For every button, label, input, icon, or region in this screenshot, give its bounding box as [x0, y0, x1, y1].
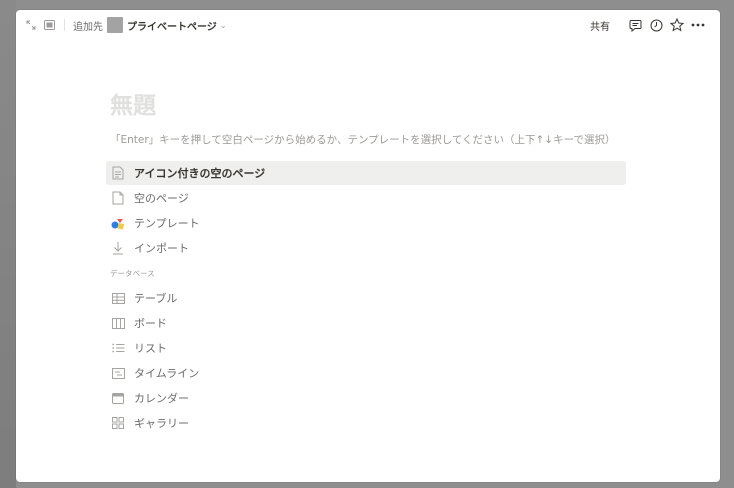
start-options: アイコン付きの空のページ 空のページ テンプレート インポート データベース テ…	[106, 161, 626, 435]
option-list[interactable]: リスト	[106, 336, 626, 360]
page-content: 無題 「Enter」キーを押して空白ページから始めるか、テンプレートを選択してく…	[106, 90, 630, 436]
database-section-header: データベース	[110, 269, 155, 278]
option-table[interactable]: テーブル	[106, 286, 626, 310]
list-icon	[110, 340, 126, 356]
chevron-down-icon[interactable]: ⌄	[220, 21, 227, 30]
add-to-label: 追加先	[73, 21, 103, 33]
templates-icon	[110, 215, 126, 231]
option-label: ボード	[134, 317, 167, 330]
board-icon	[110, 315, 126, 331]
page-title[interactable]: 無題	[110, 90, 630, 122]
option-gallery[interactable]: ギャラリー	[106, 411, 626, 435]
backdrop	[0, 0, 16, 488]
page-thumbnail	[107, 17, 123, 33]
share-button[interactable]: 共有	[590, 18, 610, 33]
option-calendar[interactable]: カレンダー	[106, 386, 626, 410]
start-hint: 「Enter」キーを押して空白ページから始めるか、テンプレートを選択してください…	[110, 134, 616, 146]
option-board[interactable]: ボード	[106, 311, 626, 335]
new-page-modal: 追加先 プライベートページ ⌄ 共有 無題 「Enter」キーを押して空白ページ…	[16, 10, 720, 482]
option-templates[interactable]: テンプレート	[106, 211, 626, 235]
import-icon	[110, 240, 126, 256]
clock-icon[interactable]	[648, 17, 664, 33]
option-label: テーブル	[134, 292, 178, 305]
calendar-icon	[110, 390, 126, 406]
sidebar-toggle-icon[interactable]	[42, 18, 56, 32]
timeline-icon	[110, 365, 126, 381]
gallery-icon	[110, 415, 126, 431]
option-page-with-icon[interactable]: アイコン付きの空のページ	[106, 161, 626, 185]
more-icon[interactable]	[690, 17, 706, 33]
option-label: インポート	[134, 242, 189, 255]
option-label: タイムライン	[134, 367, 200, 380]
top-bar: 追加先 プライベートページ ⌄ 共有	[16, 10, 720, 40]
option-label: 空のページ	[134, 192, 189, 205]
option-label: テンプレート	[134, 217, 200, 230]
expand-icon[interactable]	[24, 18, 38, 32]
blank-page-icon	[110, 190, 126, 206]
divider	[64, 19, 65, 31]
table-icon	[110, 290, 126, 306]
destination-page-selector[interactable]: プライベートページ	[127, 18, 217, 33]
option-import[interactable]: インポート	[106, 236, 626, 260]
comment-icon[interactable]	[627, 17, 643, 33]
option-label: ギャラリー	[134, 417, 189, 430]
option-label: カレンダー	[134, 392, 189, 405]
option-blank-page[interactable]: 空のページ	[106, 186, 626, 210]
option-label: リスト	[134, 342, 167, 355]
option-label: アイコン付きの空のページ	[134, 167, 266, 180]
star-icon[interactable]	[669, 17, 685, 33]
page-icon-icon	[110, 165, 126, 181]
option-timeline[interactable]: タイムライン	[106, 361, 626, 385]
